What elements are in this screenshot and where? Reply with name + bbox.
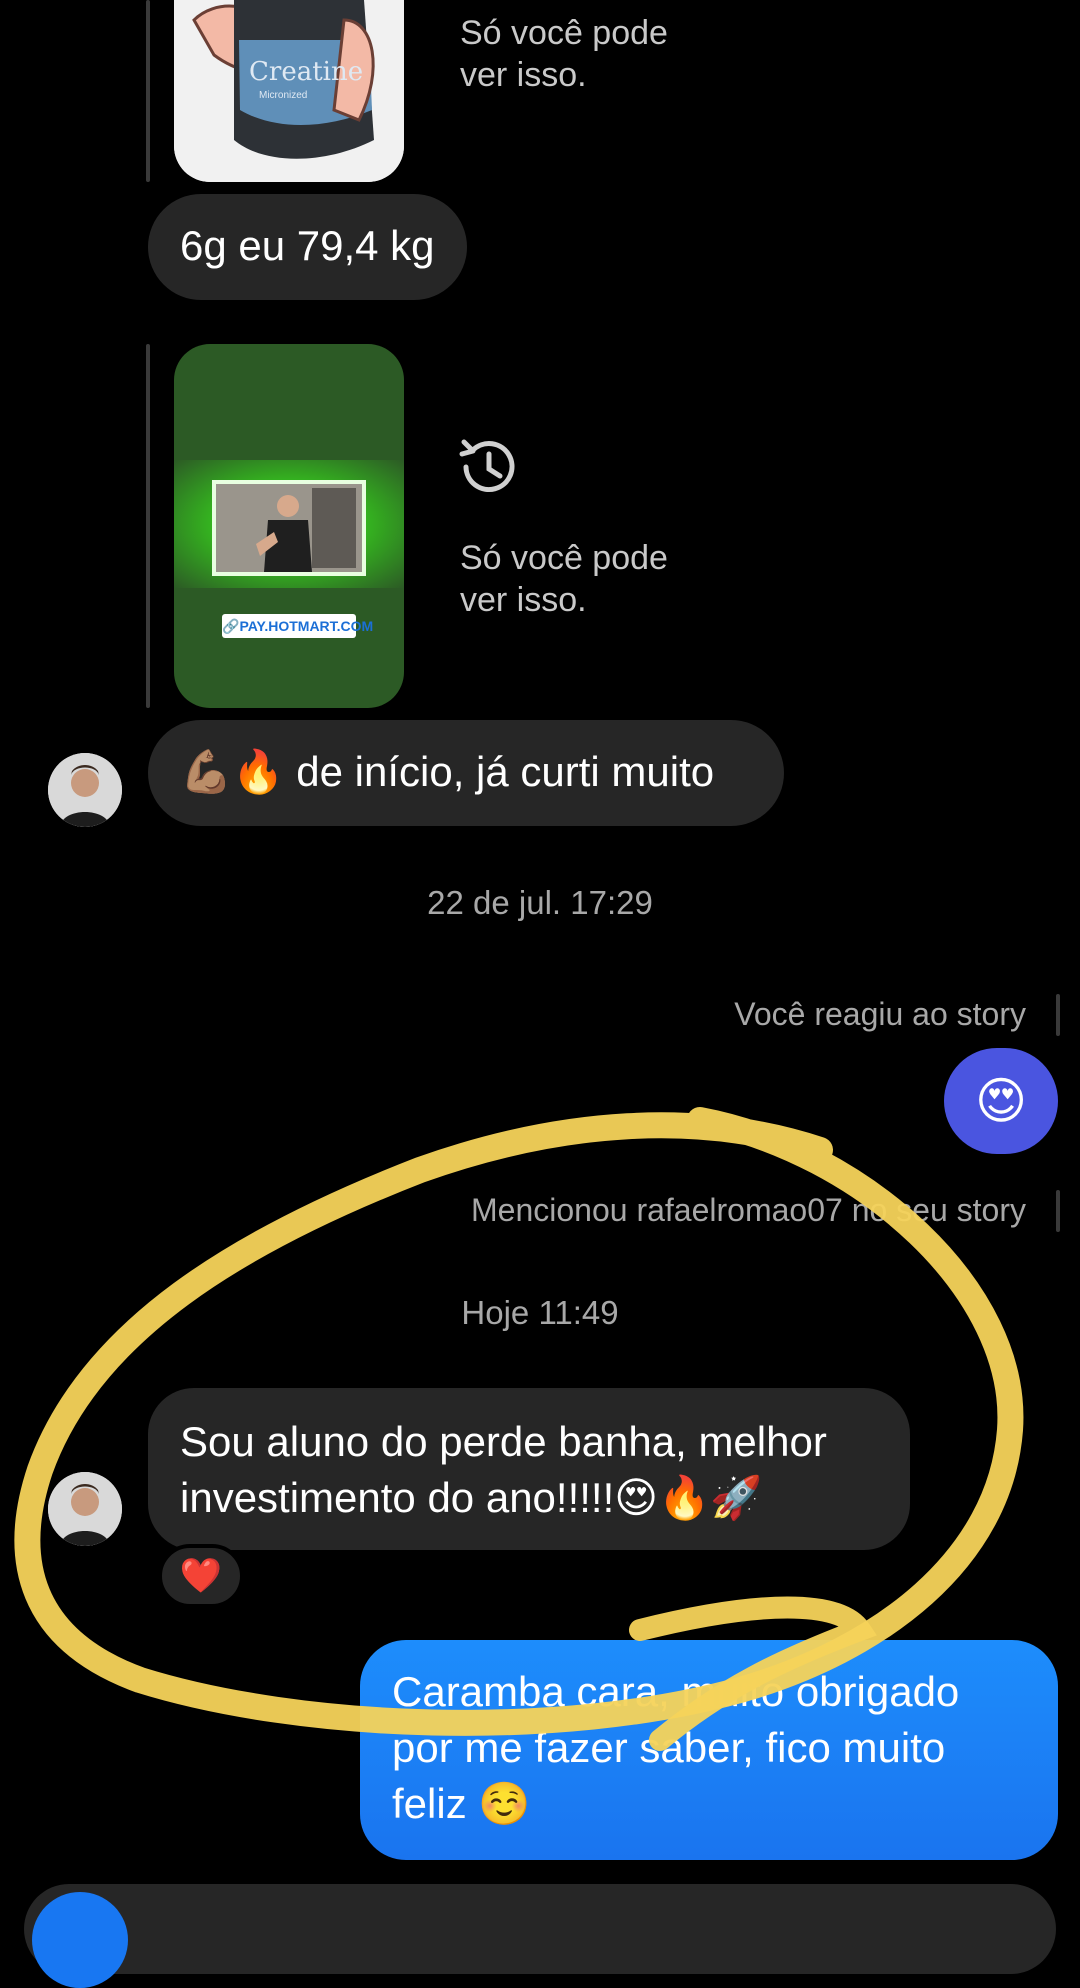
timestamp-divider: 22 de jul. 17:29 <box>427 884 653 921</box>
mention-label: Mencionou rafaelromao07 no seu story <box>471 1192 1026 1228</box>
only-you-can-see-text: Só você pode ver isso. <box>460 14 668 94</box>
message-text: de início, já curti muito <box>284 748 715 795</box>
message-composer[interactable] <box>24 1884 1056 1988</box>
link-sticker-label: PAY.HOTMART.COM <box>239 618 374 634</box>
contact-avatar[interactable] <box>48 1472 122 1546</box>
reaction-bubble-heart-eyes[interactable]: 😍 <box>944 1048 1058 1154</box>
story-reply-line <box>146 0 150 182</box>
story-reply-line <box>1056 994 1060 1036</box>
heart-eyes-emoji: 😍 <box>974 1073 1028 1129</box>
timestamp-divider: Hoje 11:49 <box>461 1294 619 1331</box>
message-reaction-heart[interactable]: ❤️ <box>158 1544 244 1608</box>
message-text: Caramba cara, muito obrigado por me faze… <box>392 1668 960 1827</box>
story-reply-line <box>1056 1190 1060 1232</box>
reacted-story-label: Você reagiu ao story <box>734 996 1026 1032</box>
heart-icon: ❤️ <box>179 1557 223 1595</box>
link-sticker[interactable]: 🔗PAY.HOTMART.COM <box>222 614 373 638</box>
svg-text:Micronized: Micronized <box>259 90 307 101</box>
link-icon: 🔗 <box>222 618 240 634</box>
message-bubble-inicio[interactable]: 💪🏽🔥 de início, já curti muito <box>148 720 784 826</box>
message-text: Sou aluno do perde banha, melhor investi… <box>180 1418 827 1521</box>
emoji-muscle-fire: 💪🏽🔥 <box>180 748 285 795</box>
message-bubble-reply[interactable]: Caramba cara, muito obrigado por me faze… <box>360 1640 1058 1860</box>
message-bubble-aluno[interactable]: Sou aluno do perde banha, melhor investi… <box>148 1388 910 1550</box>
message-text: 6g eu 79,4 kg <box>180 222 435 269</box>
yellow-annotation-circle <box>14 1107 1024 1751</box>
creatine-label: Creatine <box>249 57 363 87</box>
video-frame-image <box>212 480 366 576</box>
contact-avatar[interactable] <box>48 753 122 827</box>
message-bubble-creatine-dose[interactable]: 6g eu 79,4 kg <box>148 194 467 300</box>
story-reply-line <box>146 344 150 708</box>
history-icon <box>459 439 515 493</box>
only-you-can-see-text: Só você pode ver isso. <box>460 539 668 619</box>
creatine-jar-image: Creatine Micronized <box>174 0 404 182</box>
story-thumbnail-hotmart[interactable]: 🔗PAY.HOTMART.COM <box>174 344 404 708</box>
story-thumbnail-creatine[interactable]: Creatine Micronized <box>174 0 404 182</box>
camera-button[interactable] <box>32 1892 128 1988</box>
